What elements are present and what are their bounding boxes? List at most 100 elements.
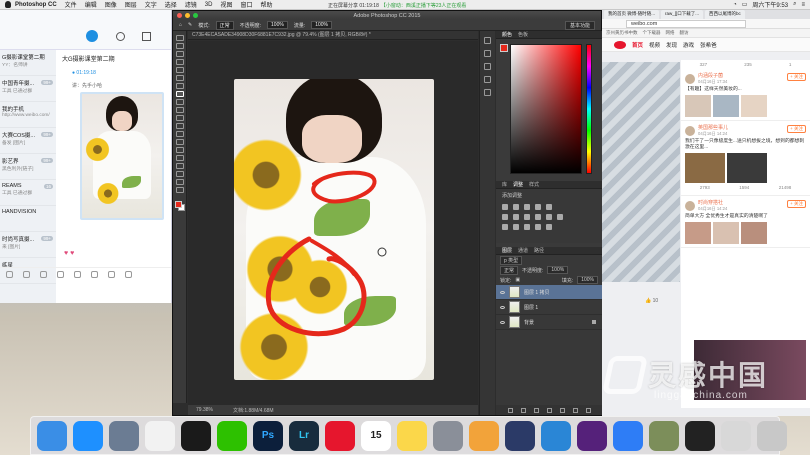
trash-icon[interactable] [585, 407, 591, 413]
avatar[interactable] [685, 125, 695, 136]
comment-count[interactable]: 👍 10 [645, 298, 658, 304]
lightroom-icon[interactable]: Lr [289, 420, 319, 451]
zoom-tool-icon[interactable] [175, 187, 184, 193]
zoom-level[interactable]: 79.38% [196, 407, 213, 413]
blur-icon[interactable] [175, 131, 184, 137]
tab-libraries[interactable]: 库 [502, 181, 507, 188]
avatar[interactable] [685, 200, 695, 211]
qq-chat-icon[interactable] [86, 30, 98, 42]
tab-adjustments[interactable]: 调整 [513, 181, 523, 188]
menu-image[interactable]: 图像 [105, 0, 117, 9]
eye-icon[interactable] [500, 320, 505, 324]
qq-apps-icon[interactable] [142, 32, 151, 41]
reminders-icon[interactable] [145, 420, 175, 451]
post-image[interactable] [741, 222, 767, 244]
emoji-icon[interactable] [6, 271, 13, 278]
folder-icon[interactable] [40, 271, 47, 278]
bw-icon[interactable] [524, 214, 530, 220]
bookmark-item[interactable]: 网络 [666, 30, 675, 36]
layer-opacity-field[interactable]: 100% [547, 266, 569, 274]
eraser-icon[interactable] [175, 115, 184, 121]
calendar-icon[interactable]: 15 [361, 420, 391, 451]
screen-dark-icon[interactable] [685, 420, 715, 451]
selective-color-icon[interactable] [546, 224, 552, 230]
brush-presets-icon[interactable] [484, 63, 491, 70]
nav-discover[interactable]: 发现 [666, 41, 677, 49]
system-preferences-icon[interactable] [433, 420, 463, 451]
battery-icon[interactable]: ▭ [742, 1, 748, 8]
post-author[interactable]: 英国那些事儿 [698, 124, 728, 131]
exposure-icon[interactable] [535, 204, 541, 210]
marquee-tool-icon[interactable] [175, 43, 184, 49]
threshold-icon[interactable] [524, 224, 530, 230]
eyedropper-icon[interactable] [175, 75, 184, 81]
menu-select[interactable]: 选择 [165, 0, 177, 9]
hue-slider[interactable] [586, 44, 592, 174]
lasso-tool-icon[interactable] [175, 51, 184, 57]
notes-icon[interactable] [397, 420, 427, 451]
character-icon[interactable] [484, 76, 491, 83]
bookmark-item[interactable]: 京州黄历书中数 [606, 30, 638, 36]
qq-contacts-icon[interactable] [116, 32, 125, 41]
contact-item[interactable]: 大赛COS摄... 备发 [图片] 99+ [0, 128, 56, 154]
lock-icon[interactable]: ▣ [515, 277, 520, 283]
menu-help[interactable]: 帮助 [260, 0, 272, 9]
layer-kind-filter[interactable]: p 类型 [500, 255, 523, 265]
tab-paths[interactable]: 路径 [534, 247, 544, 254]
brightness-icon[interactable] [502, 204, 508, 210]
shape-icon[interactable] [175, 171, 184, 177]
search-icon[interactable]: ⌕ [793, 1, 796, 8]
contact-item[interactable]: 中国青年摄... 工具 已通过群 99+ [0, 76, 56, 102]
vibrance-icon[interactable] [546, 204, 552, 210]
blend-mode-select[interactable]: 正常 [500, 265, 519, 275]
gradient-map-icon[interactable] [535, 224, 541, 230]
post-author[interactable]: 内涵段子菌 [698, 72, 727, 79]
color-picker-field[interactable] [510, 44, 582, 174]
apple-icon[interactable] [5, 1, 11, 8]
follow-button[interactable]: + 关注 [787, 200, 806, 208]
dodge-icon[interactable] [175, 139, 184, 145]
bookmark-item[interactable]: 个下载器 [643, 30, 661, 36]
hand-icon[interactable] [175, 179, 184, 185]
weibo-icon[interactable] [325, 420, 355, 451]
video-icon[interactable] [91, 271, 98, 278]
menu-filter[interactable]: 滤镜 [185, 0, 197, 9]
clock-icon[interactable] [108, 271, 115, 278]
contact-item[interactable]: 影艺界 黑色利外[链子] 99+ [0, 154, 56, 180]
adjustment-layer-icon[interactable] [546, 407, 552, 413]
menu-view[interactable]: 视图 [220, 0, 232, 9]
bookmark-item[interactable]: 翻访 [680, 30, 689, 36]
follow-button[interactable]: + 关注 [787, 73, 806, 81]
menu-edit[interactable]: 编辑 [85, 0, 97, 9]
nav-games[interactable]: 游戏 [683, 41, 694, 49]
crop-tool-icon[interactable] [175, 67, 184, 73]
foreground-color[interactable] [174, 201, 182, 208]
eye-icon[interactable] [500, 290, 505, 294]
list-icon[interactable]: ≡ [801, 2, 805, 8]
safari-icon[interactable] [73, 420, 103, 451]
levels-icon[interactable] [513, 204, 519, 210]
paragraph-icon[interactable] [484, 89, 491, 96]
contact-item[interactable]: HANDVISION [0, 206, 56, 232]
bird-icon[interactable] [541, 420, 571, 451]
current-color-swatch[interactable] [500, 44, 508, 52]
fill-field[interactable]: 100% [577, 276, 598, 284]
scissors-icon[interactable] [23, 271, 30, 278]
player-icon[interactable] [577, 420, 607, 451]
video-icon[interactable] [505, 420, 535, 451]
type-icon[interactable] [175, 155, 184, 161]
post-image[interactable] [713, 95, 739, 117]
post-image[interactable] [685, 222, 711, 244]
lookup-icon[interactable] [557, 214, 563, 220]
properties-icon[interactable] [484, 50, 491, 57]
new-layer-icon[interactable] [572, 407, 578, 413]
folder-images-icon[interactable] [649, 420, 679, 451]
contact-item[interactable]: G摄影课堂第二期 YY：名师讲 [0, 50, 56, 76]
fx-icon[interactable] [520, 407, 526, 413]
finder-icon[interactable] [37, 420, 67, 451]
brush-icon[interactable]: ✎ [188, 22, 192, 28]
group-folder-icon[interactable] [559, 407, 565, 413]
clone-stamp-icon[interactable] [175, 99, 184, 105]
history-icon[interactable] [484, 37, 491, 44]
grid-app-icon[interactable] [721, 420, 751, 451]
